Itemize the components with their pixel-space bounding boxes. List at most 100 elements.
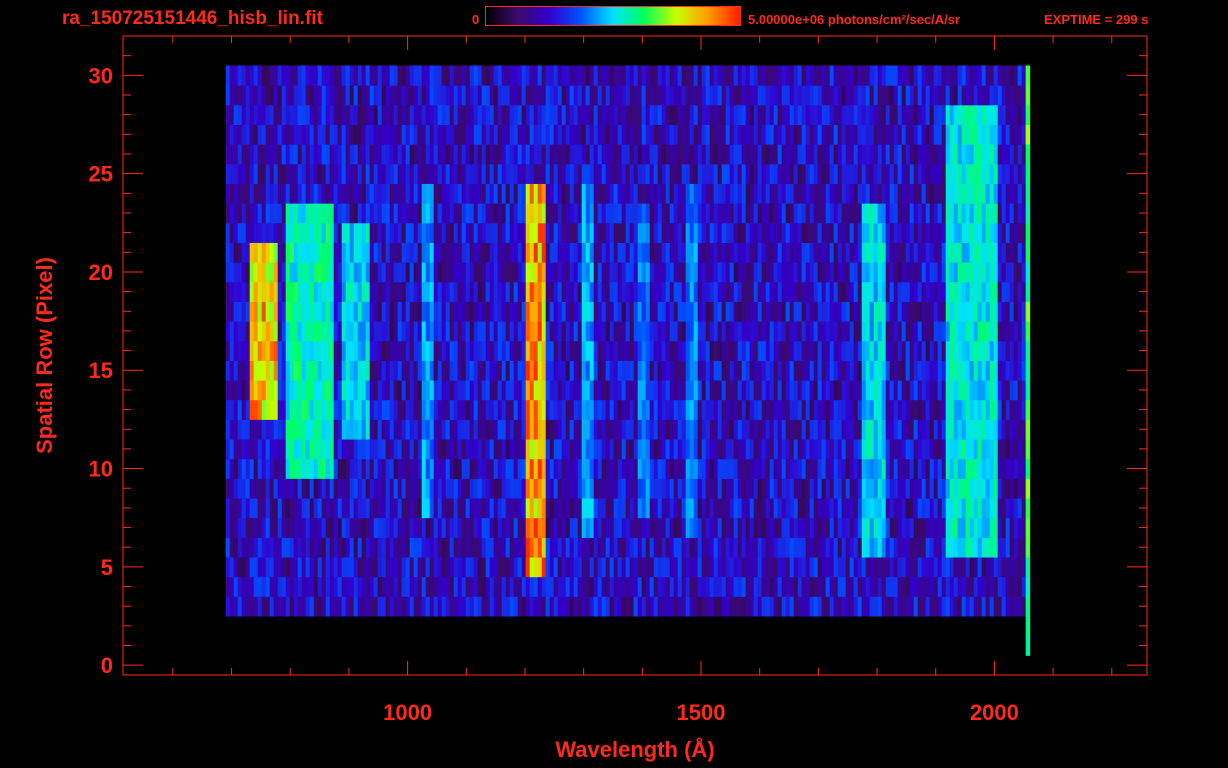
heatmap-cell — [761, 183, 767, 204]
heatmap-cell — [861, 596, 867, 617]
heatmap-cell — [549, 124, 555, 145]
heatmap-cell — [893, 242, 899, 263]
heatmap-cell — [569, 321, 575, 342]
heatmap-cell — [701, 439, 707, 460]
heatmap-cell — [585, 439, 591, 460]
heatmap-cell — [265, 301, 271, 322]
heatmap-cell — [881, 104, 887, 125]
heatmap-cell — [785, 65, 791, 86]
heatmap-cell — [405, 478, 411, 499]
heatmap-cell — [909, 557, 915, 578]
heatmap-cell — [897, 380, 903, 401]
heatmap-cell — [813, 124, 819, 145]
heatmap-cell — [377, 242, 383, 263]
heatmap-cell — [709, 203, 715, 224]
heatmap-cell — [461, 557, 467, 578]
heatmap-cell — [713, 104, 719, 125]
heatmap-cell — [229, 478, 235, 499]
heatmap-cell — [609, 281, 615, 302]
heatmap-cell — [369, 203, 375, 224]
heatmap-cell — [301, 360, 307, 381]
heatmap-cell — [569, 439, 575, 460]
heatmap-cell — [821, 576, 827, 597]
heatmap-cell — [513, 203, 519, 224]
heatmap-cell — [801, 203, 807, 224]
heatmap-cell — [761, 104, 767, 125]
heatmap-cell — [785, 498, 791, 519]
heatmap-cell — [437, 104, 443, 125]
heatmap-cell — [845, 183, 851, 204]
heatmap-cell — [713, 144, 719, 165]
heatmap-cell — [833, 517, 839, 538]
heatmap-cell — [821, 478, 827, 499]
heatmap-cell — [457, 262, 463, 283]
heatmap-cell — [789, 321, 795, 342]
heatmap-cell — [781, 144, 787, 165]
heatmap-cell — [745, 85, 751, 106]
heatmap-cell — [745, 321, 751, 342]
heatmap-cell — [485, 183, 491, 204]
heatmap-cell — [621, 242, 627, 263]
heatmap-cell — [825, 183, 831, 204]
heatmap-cell — [377, 222, 383, 243]
heatmap-cell — [921, 85, 927, 106]
heatmap-cell — [297, 557, 303, 578]
heatmap-cell — [445, 439, 451, 460]
heatmap-cell — [545, 203, 551, 224]
heatmap-cell — [305, 576, 311, 597]
heatmap-cell — [665, 517, 671, 538]
heatmap-cell — [881, 65, 887, 86]
heatmap-cell — [733, 419, 739, 440]
heatmap-cell — [541, 124, 547, 145]
heatmap-cell — [809, 124, 815, 145]
heatmap-cell — [749, 596, 755, 617]
heatmap-cell — [405, 498, 411, 519]
heatmap-cell — [665, 537, 671, 558]
heatmap-cell — [569, 537, 575, 558]
heatmap-cell — [277, 124, 283, 145]
heatmap-cell — [373, 439, 379, 460]
heatmap-cell — [357, 419, 363, 440]
heatmap-cell — [825, 478, 831, 499]
heatmap-cell — [877, 517, 883, 538]
heatmap-cell — [529, 576, 535, 597]
heatmap-cell — [577, 85, 583, 106]
heatmap-cell — [721, 340, 727, 361]
heatmap-cell — [225, 163, 231, 184]
heatmap-cell — [789, 340, 795, 361]
heatmap-cell — [573, 321, 579, 342]
heatmap-cell — [801, 557, 807, 578]
heatmap-cell — [705, 242, 711, 263]
heatmap-cell — [577, 124, 583, 145]
heatmap-cell — [909, 321, 915, 342]
heatmap-cell — [377, 557, 383, 578]
heatmap-cell — [885, 340, 891, 361]
heatmap-cell — [529, 478, 535, 499]
heatmap-cell — [225, 85, 231, 106]
heatmap-cell — [729, 183, 735, 204]
heatmap-cell — [349, 419, 355, 440]
heatmap-cell — [601, 104, 607, 125]
heatmap-cell — [481, 399, 487, 420]
heatmap-cell — [833, 498, 839, 519]
heatmap-cell — [657, 340, 663, 361]
heatmap-cell — [461, 478, 467, 499]
heatmap-cell — [269, 163, 275, 184]
heatmap-cell — [453, 203, 459, 224]
heatmap-cell — [653, 144, 659, 165]
heatmap-cell — [225, 222, 231, 243]
heatmap-cell — [753, 222, 759, 243]
heatmap-cell — [853, 242, 859, 263]
heatmap-cell — [657, 262, 663, 283]
heatmap-cell — [513, 399, 519, 420]
heatmap-cell — [301, 281, 307, 302]
heatmap-cell — [449, 262, 455, 283]
heatmap-cell — [817, 104, 823, 125]
heatmap-cell — [269, 478, 275, 499]
heatmap-cell — [569, 281, 575, 302]
heatmap-cell — [825, 419, 831, 440]
heatmap-cell — [357, 183, 363, 204]
heatmap-cell — [353, 340, 359, 361]
heatmap-cell — [253, 360, 259, 381]
heatmap-cell — [341, 517, 347, 538]
